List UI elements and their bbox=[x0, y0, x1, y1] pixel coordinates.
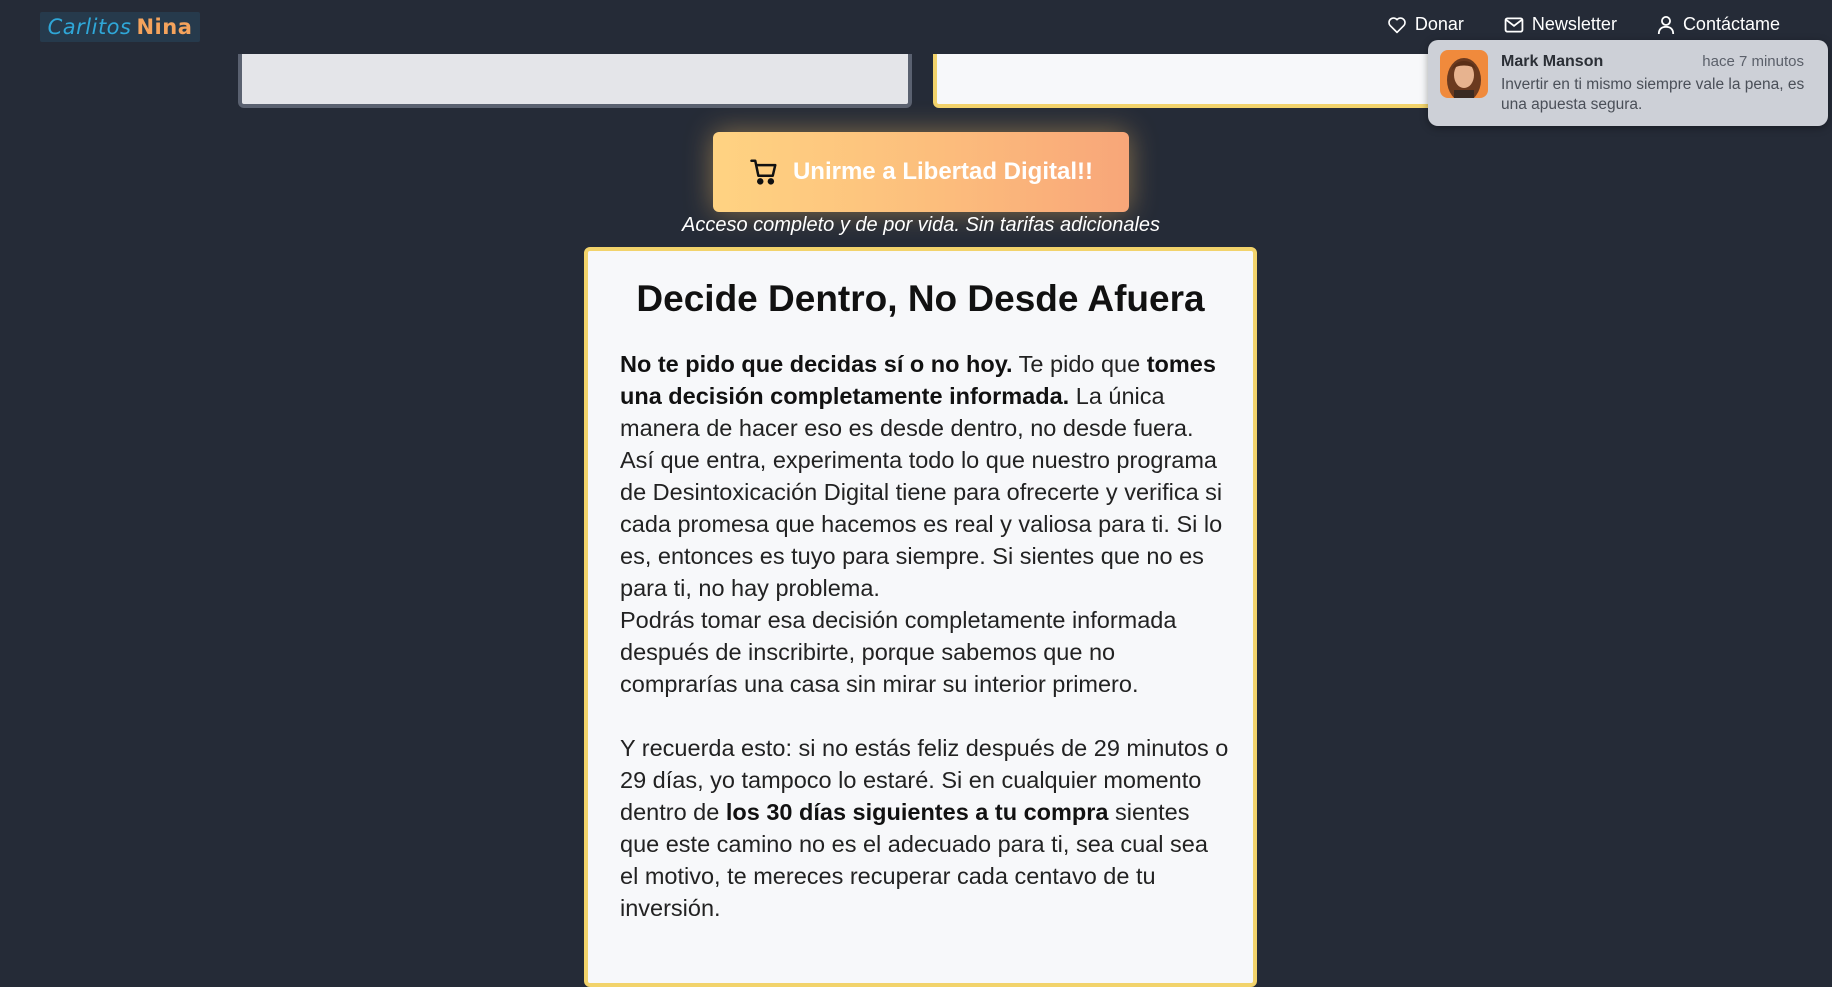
mail-icon bbox=[1504, 16, 1524, 33]
heart-icon bbox=[1388, 16, 1406, 33]
nav-contact-link[interactable]: Contáctame bbox=[1657, 14, 1780, 35]
nav-donar-label: Donar bbox=[1414, 14, 1464, 34]
cta-subtitle: Acceso completo y de por vida. Sin tarif… bbox=[681, 214, 1161, 236]
site-logo[interactable]: Carlitos Nina bbox=[40, 12, 200, 42]
user-icon bbox=[1657, 15, 1675, 34]
join-button[interactable]: Unirme a Libertad Digital!! bbox=[713, 132, 1129, 212]
join-button-label: Unirme a Libertad Digital!! bbox=[792, 158, 1094, 185]
testimonial-notification[interactable]: Mark Manson hace 7 minutos Invertir en t… bbox=[1428, 40, 1828, 126]
nav-donar-link[interactable]: Donar bbox=[1387, 14, 1464, 35]
nav-newsletter-link[interactable]: Newsletter bbox=[1504, 14, 1617, 35]
main-nav: Donar Newsletter Contáctame bbox=[1347, 14, 1780, 35]
decision-card: Decide Dentro, No Desde Afuera No te pid… bbox=[584, 247, 1257, 987]
intro-text-1: Te pido que bbox=[1012, 351, 1147, 377]
paragraph-experience: Así que entra, experimenta todo lo que n… bbox=[620, 447, 1223, 601]
notification-time: hace 7 minutos bbox=[1702, 53, 1804, 70]
cart-icon bbox=[750, 159, 777, 185]
notification-name: Mark Manson bbox=[1501, 53, 1604, 70]
notification-message: Invertir en ti mismo siempre vale la pen… bbox=[1501, 76, 1805, 113]
paragraph-guarantee: Y recuerda esto: si no estás feliz despu… bbox=[620, 732, 1230, 924]
logo-last-name: Nina bbox=[136, 15, 193, 39]
paragraph-intro: No te pido que decidas sí o no hoy. Te p… bbox=[620, 348, 1230, 444]
paragraph-decision: Podrás tomar esa decisión completamente … bbox=[620, 607, 1177, 697]
guarantee-bold: los 30 días siguientes a tu compra bbox=[725, 799, 1109, 825]
card-body: No te pido que decidas sí o no hoy. Te p… bbox=[620, 348, 1230, 924]
avatar bbox=[1440, 50, 1488, 98]
logo-first-name: Carlitos bbox=[47, 15, 132, 39]
nav-newsletter-label: Newsletter bbox=[1531, 14, 1617, 34]
nav-contact-label: Contáctame bbox=[1682, 14, 1780, 34]
card-title: Decide Dentro, No Desde Afuera bbox=[636, 278, 1205, 319]
intro-bold-1: No te pido que decidas sí o no hoy. bbox=[620, 351, 1013, 377]
